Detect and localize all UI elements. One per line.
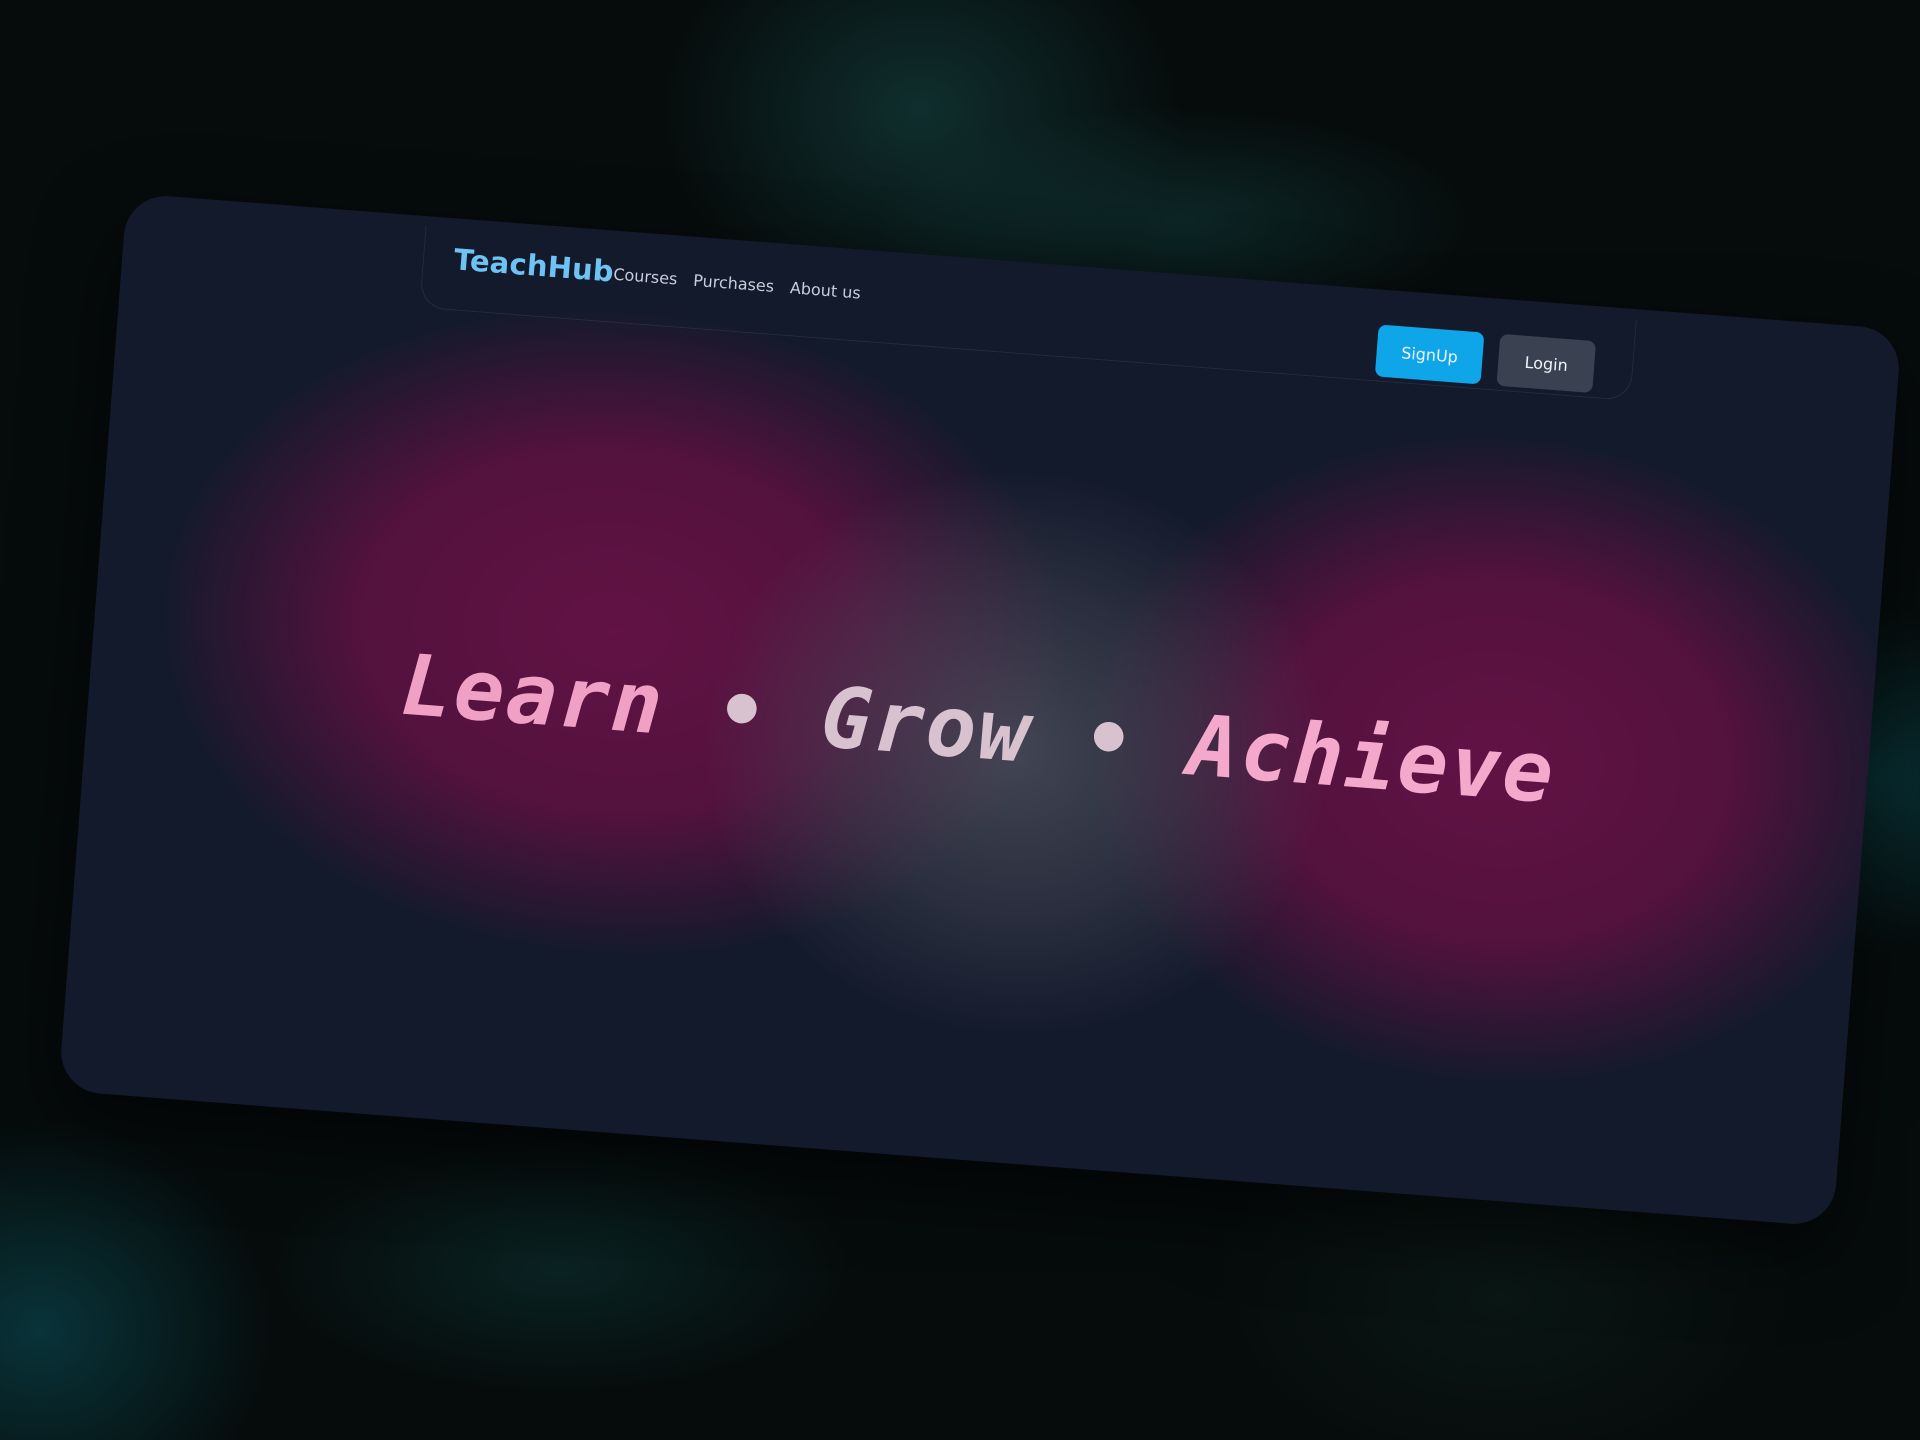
nav-link-about-us[interactable]: About us xyxy=(789,278,861,302)
hero-separator: • xyxy=(1079,688,1140,790)
brand-logo[interactable]: TeachHub xyxy=(453,242,615,288)
hero-separator: • xyxy=(712,659,773,762)
main-card: TeachHub Courses Purchases About us Sign… xyxy=(58,193,1902,1227)
hero-tagline: Learn • Grow • Achieve xyxy=(87,612,1869,846)
nav-links: Courses Purchases About us xyxy=(613,265,862,303)
hero-word-achieve: Achieve xyxy=(1184,696,1559,823)
signup-button[interactable]: SignUp xyxy=(1374,324,1485,385)
hero-word-learn: Learn xyxy=(398,635,668,754)
login-button[interactable]: Login xyxy=(1496,333,1597,394)
navbar: TeachHub Courses Purchases About us Sign… xyxy=(419,226,1637,402)
nav-link-courses[interactable]: Courses xyxy=(613,265,678,289)
nav-link-purchases[interactable]: Purchases xyxy=(693,271,775,296)
hero-word-grow: Grow xyxy=(817,667,1035,782)
